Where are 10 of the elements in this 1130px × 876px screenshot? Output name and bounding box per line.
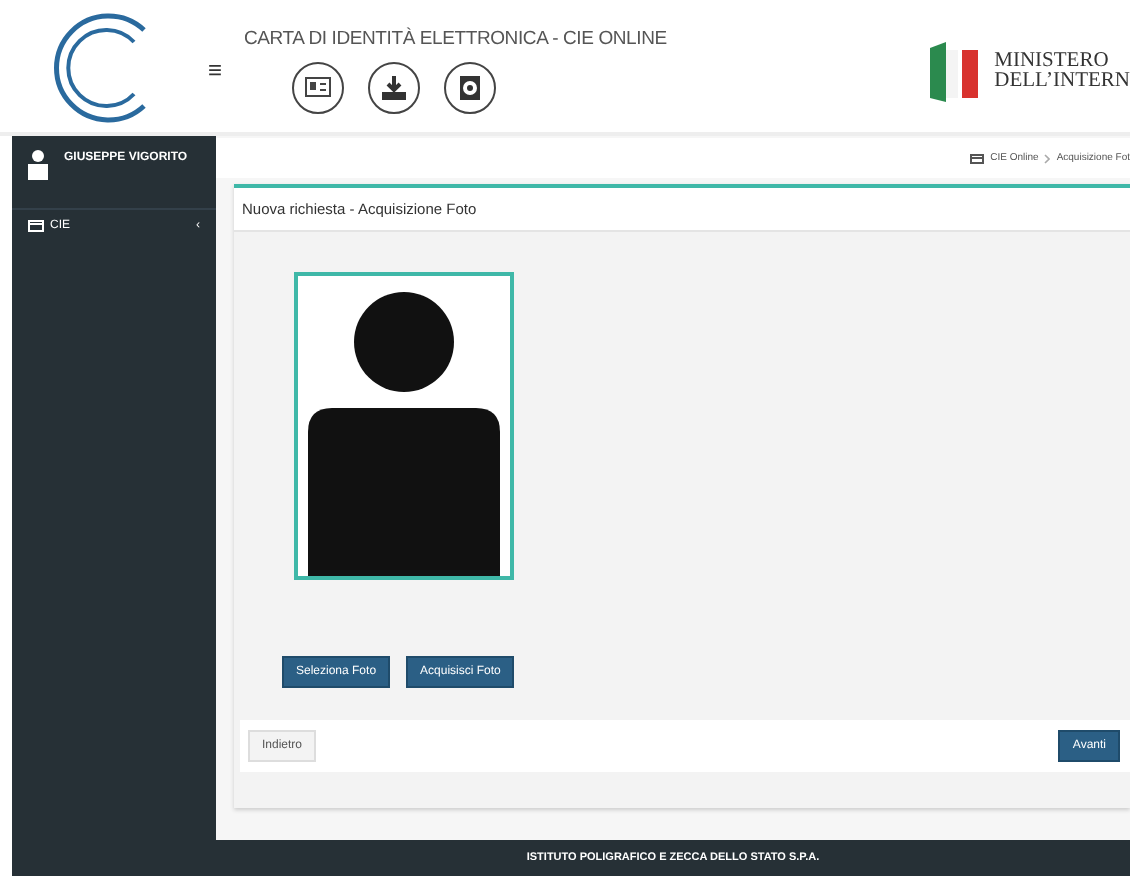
menu-toggle[interactable]: ≡ bbox=[208, 56, 224, 84]
card-icon bbox=[28, 220, 44, 232]
ministry-name: MINISTERO DELL’INTERN bbox=[994, 52, 1130, 92]
download-icon[interactable] bbox=[380, 74, 408, 102]
chevron-right-icon bbox=[1044, 153, 1051, 163]
site-title: CARTA DI IDENTITÀ ELETTRONICA - CIE ONLINE bbox=[244, 28, 669, 50]
flag-logo bbox=[926, 42, 983, 102]
id-card-icon[interactable] bbox=[304, 74, 332, 102]
card-icon bbox=[970, 153, 985, 163]
user-icon bbox=[28, 148, 48, 180]
